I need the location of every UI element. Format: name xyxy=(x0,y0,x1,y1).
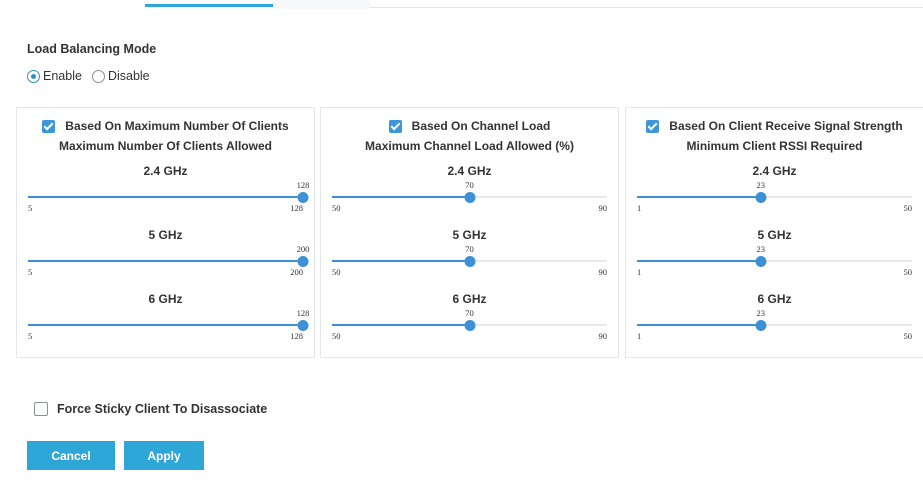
slider-min: 5 xyxy=(28,267,33,277)
slider-min: 50 xyxy=(332,267,341,277)
rssi-title: Based On Client Receive Signal Strength xyxy=(669,119,903,133)
rssi-6ghz-slider[interactable]: 23 1 50 xyxy=(637,308,913,341)
slider-max: 50 xyxy=(903,267,913,277)
channel-load-checkbox[interactable] xyxy=(388,119,402,133)
slider-value: 70 xyxy=(465,180,474,190)
slider-fill xyxy=(637,260,761,262)
slider-thumb[interactable] xyxy=(464,192,475,203)
rssi-checkbox-row[interactable]: Based On Client Receive Signal Strength xyxy=(626,119,923,133)
slider-value: 70 xyxy=(465,244,474,254)
slider-min: 1 xyxy=(637,267,642,277)
max-clients-checkbox[interactable] xyxy=(42,119,56,133)
max-clients-5ghz-slider[interactable]: 200 5 200 xyxy=(28,244,309,277)
slider-fill xyxy=(637,196,761,198)
slider-thumb[interactable] xyxy=(464,320,475,331)
force-sticky-client-checkbox[interactable] xyxy=(34,402,48,416)
slider-thumb[interactable] xyxy=(297,320,309,331)
slider-max: 90 xyxy=(598,203,608,213)
tab-underline xyxy=(370,7,923,8)
channel-load-5ghz-slider[interactable]: 70 50 90 xyxy=(332,244,608,277)
band-label: 2.4 GHz xyxy=(143,164,188,178)
slider-fill xyxy=(28,324,303,326)
band-label: 6 GHz xyxy=(757,292,792,306)
slider-value: 23 xyxy=(756,180,766,190)
disable-radio-icon[interactable] xyxy=(91,69,105,83)
load-balancing-mode-radio-group: Enable Disable xyxy=(27,69,160,83)
slider-max: 128 xyxy=(290,331,303,341)
slider-value: 128 xyxy=(296,308,310,318)
disable-radio-label: Disable xyxy=(107,69,150,83)
slider-min: 1 xyxy=(637,331,642,341)
slider-min: 5 xyxy=(28,331,33,341)
slider-fill xyxy=(637,324,761,326)
slider-max: 128 xyxy=(290,203,303,213)
slider-thumb[interactable] xyxy=(464,256,475,267)
slider-value: 128 xyxy=(296,180,310,190)
slider-fill xyxy=(28,196,303,198)
slider-min: 1 xyxy=(637,203,642,213)
max-clients-subtitle: Maximum Number Of Clients Allowed xyxy=(59,139,272,153)
slider-value: 23 xyxy=(756,244,766,254)
slider-thumb[interactable] xyxy=(297,256,309,267)
slider-thumb[interactable] xyxy=(755,320,767,331)
channel-load-subtitle: Maximum Channel Load Allowed (%) xyxy=(365,139,574,153)
band-label: 6 GHz xyxy=(148,292,183,306)
band-label: 2.4 GHz xyxy=(447,164,492,178)
tab-bar xyxy=(0,0,923,9)
max-clients-panel: Based On Maximum Number Of Clients Maxim… xyxy=(16,107,315,358)
enable-radio[interactable]: Enable xyxy=(27,69,82,83)
channel-load-2-4ghz-slider[interactable]: 70 50 90 xyxy=(332,180,608,213)
enable-radio-label: Enable xyxy=(43,69,82,83)
slider-min: 5 xyxy=(28,203,33,213)
rssi-checkbox[interactable] xyxy=(646,119,660,133)
tab-divider xyxy=(273,0,370,9)
slider-fill xyxy=(332,196,470,198)
band-label: 6 GHz xyxy=(452,292,487,306)
slider-min: 50 xyxy=(332,203,341,213)
rssi-2-4ghz-slider[interactable]: 23 1 50 xyxy=(637,180,913,213)
slider-value: 23 xyxy=(756,308,766,318)
band-label: 2.4 GHz xyxy=(752,164,797,178)
slider-thumb[interactable] xyxy=(755,256,767,267)
channel-load-checkbox-row[interactable]: Based On Channel Load xyxy=(321,119,618,133)
slider-max: 200 xyxy=(290,267,303,277)
max-clients-6ghz-slider[interactable]: 128 5 128 xyxy=(28,308,309,341)
active-tab-indicator xyxy=(145,4,273,7)
slider-value: 70 xyxy=(465,308,474,318)
rssi-5ghz-slider[interactable]: 23 1 50 xyxy=(637,244,913,277)
slider-value: 200 xyxy=(296,244,310,254)
slider-max: 50 xyxy=(903,331,913,341)
enable-radio-icon[interactable] xyxy=(27,69,40,83)
max-clients-title: Based On Maximum Number Of Clients xyxy=(65,119,289,133)
slider-thumb[interactable] xyxy=(297,192,309,203)
slider-fill xyxy=(332,324,470,326)
slider-thumb[interactable] xyxy=(755,192,767,203)
channel-load-6ghz-slider[interactable]: 70 50 90 xyxy=(332,308,608,341)
max-clients-2-4ghz-slider[interactable]: 128 5 128 xyxy=(28,180,309,213)
band-label: 5 GHz xyxy=(148,228,183,242)
slider-max: 90 xyxy=(598,331,608,341)
slider-fill xyxy=(332,260,470,262)
disable-radio[interactable]: Disable xyxy=(91,69,150,83)
slider-fill xyxy=(28,260,303,262)
band-label: 5 GHz xyxy=(757,228,792,242)
rssi-subtitle: Minimum Client RSSI Required xyxy=(686,139,863,153)
apply-button[interactable]: Apply xyxy=(124,441,204,470)
slider-max: 90 xyxy=(598,267,608,277)
channel-load-title: Based On Channel Load xyxy=(411,119,551,133)
slider-min: 50 xyxy=(332,331,341,341)
rssi-panel: Based On Client Receive Signal Strength … xyxy=(625,107,923,358)
max-clients-checkbox-row[interactable]: Based On Maximum Number Of Clients xyxy=(17,119,314,133)
force-sticky-client-checkbox-row[interactable]: Force Sticky Client To Disassociate xyxy=(34,402,267,416)
cancel-button[interactable]: Cancel xyxy=(27,441,115,470)
load-balancing-mode-label: Load Balancing Mode xyxy=(27,42,157,56)
slider-max: 50 xyxy=(903,203,913,213)
band-label: 5 GHz xyxy=(452,228,487,242)
channel-load-panel: Based On Channel Load Maximum Channel Lo… xyxy=(320,107,619,358)
force-sticky-client-label: Force Sticky Client To Disassociate xyxy=(57,402,268,416)
